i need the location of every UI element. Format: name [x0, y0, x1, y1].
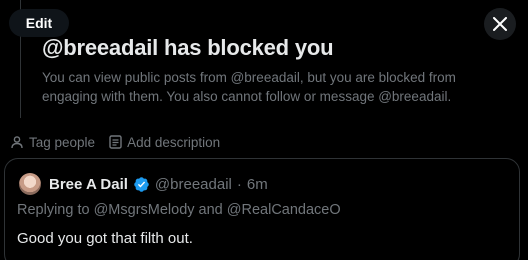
quoted-post-card[interactable]: Bree A Dail @breeadail · 6m Replying to …: [4, 158, 520, 260]
media-meta-actions: Tag people Add description: [10, 133, 234, 151]
post-body: Good you got that filth out.: [17, 230, 193, 247]
meta-separator: ·: [236, 175, 242, 193]
mention-link[interactable]: @MsgrsMelody: [94, 202, 195, 218]
add-description-label: Add description: [127, 134, 221, 150]
replying-prefix: Replying to: [17, 202, 90, 218]
compose-media-editor: Edit @breeadail has blocked you You can …: [0, 0, 528, 260]
mention-link[interactable]: @RealCandaceO: [227, 202, 341, 218]
tag-people-label: Tag people: [29, 134, 96, 150]
document-icon: [109, 135, 122, 149]
avatar[interactable]: [19, 173, 41, 195]
blocked-title: @breeadail has blocked you: [42, 35, 334, 60]
post-timestamp[interactable]: 6m: [247, 176, 268, 193]
verified-badge-icon: [134, 176, 149, 192]
blocked-description: You can view public posts from @breeadai…: [42, 70, 456, 104]
edit-button[interactable]: Edit: [9, 9, 69, 37]
close-icon: [493, 17, 507, 31]
author-handle: @breeadail: [154, 175, 232, 193]
person-icon: [11, 136, 23, 149]
add-description-button[interactable]: Add description: [109, 135, 220, 150]
author-name[interactable]: Bree A Dail: [49, 176, 128, 193]
tag-people-button[interactable]: Tag people: [10, 135, 95, 150]
replying-to-line: Replying to @MsgrsMelody and @RealCandac…: [17, 202, 341, 218]
close-button[interactable]: [484, 8, 516, 40]
author-row: Bree A Dail @breeadail · 6m: [49, 174, 268, 194]
replying-conjunction: and: [198, 202, 223, 218]
